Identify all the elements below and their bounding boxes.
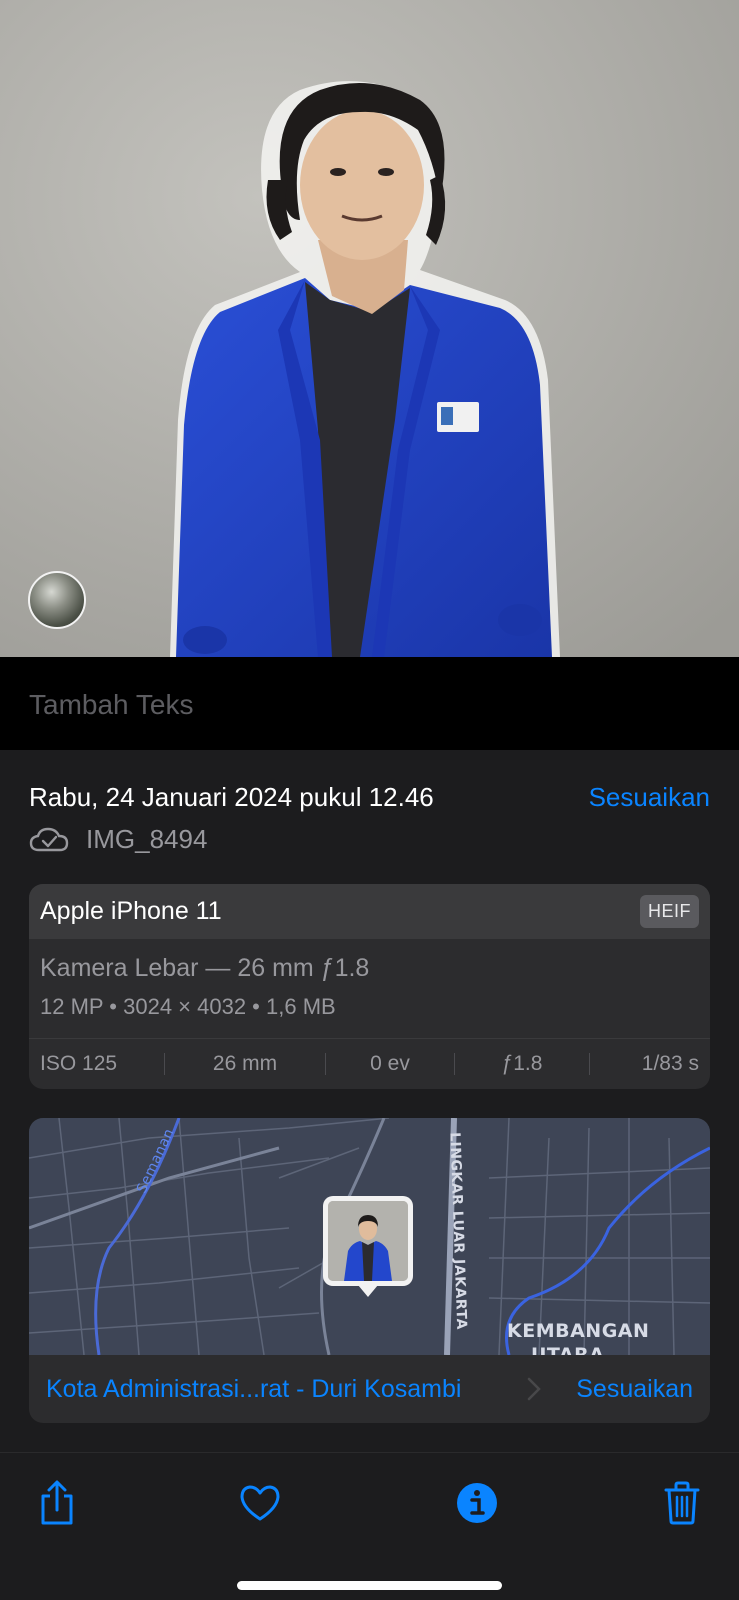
bottom-toolbar (0, 1452, 739, 1600)
adjust-location-button[interactable]: Sesuaikan (576, 1375, 693, 1404)
live-photo-thumbnail[interactable] (28, 571, 86, 629)
share-button[interactable] (33, 1479, 81, 1527)
delete-button[interactable] (658, 1479, 706, 1527)
camera-header: Apple iPhone 11 HEIF (29, 884, 710, 939)
map-pin-tail (358, 1285, 378, 1297)
info-panel: Rabu, 24 Januari 2024 pukul 12.46 Sesuai… (0, 750, 739, 1452)
exif-focal: 26 mm (212, 1052, 278, 1075)
info-icon (457, 1483, 497, 1523)
format-badge: HEIF (639, 895, 699, 928)
map-label-district-2: UTARA (531, 1344, 605, 1355)
trash-icon (664, 1481, 700, 1525)
share-icon (41, 1480, 73, 1525)
photo-datetime: Rabu, 24 Januari 2024 pukul 12.46 (29, 782, 434, 812)
info-button[interactable] (453, 1479, 501, 1527)
exif-ev: 0 ev (370, 1052, 410, 1075)
adjust-datetime-button[interactable]: Sesuaikan (589, 782, 710, 813)
device-model: Apple iPhone 11 (40, 897, 222, 925)
exif-iso: ISO 125 (40, 1052, 118, 1075)
location-map[interactable]: Semanan LINGKAR LUAR JAKARTA KEMBANGAN U… (29, 1118, 710, 1355)
chevron-right-icon (528, 1377, 542, 1401)
lens-info: Kamera Lebar — 26 mm ƒ1.8 (40, 954, 370, 982)
exif-row: ISO 125 26 mm 0 ev ƒ1.8 1/83 s (29, 1038, 710, 1089)
location-row: Kota Administrasi...rat - Duri Kosambi S… (29, 1355, 710, 1423)
map-label-district: KEMBANGAN (507, 1320, 650, 1342)
image-specs: 12 MP • 3024 × 4032 • 1,6 MB (40, 994, 336, 1019)
map-pin-thumbnail (328, 1201, 408, 1281)
location-card: Semanan LINGKAR LUAR JAKARTA KEMBANGAN U… (29, 1118, 710, 1423)
home-indicator (237, 1581, 502, 1590)
exif-shutter: 1/83 s (641, 1052, 699, 1075)
file-row: IMG_8494 (29, 824, 207, 855)
location-actions: Sesuaikan (527, 1375, 693, 1404)
camera-info-card: Apple iPhone 11 HEIF Kamera Lebar — 26 m… (29, 884, 710, 1089)
favorite-button[interactable] (236, 1479, 284, 1527)
file-name: IMG_8494 (86, 824, 208, 854)
exif-aperture: ƒ1.8 (501, 1052, 543, 1075)
icloud-icon (29, 827, 69, 851)
heart-icon (240, 1485, 280, 1521)
caption-field[interactable]: Tambah Teks (0, 657, 739, 750)
photo-view[interactable] (0, 0, 739, 657)
location-name-link[interactable]: Kota Administrasi...rat - Duri Kosambi (46, 1375, 461, 1404)
caption-placeholder: Tambah Teks (29, 689, 194, 720)
photo-image (0, 0, 739, 657)
map-photo-pin[interactable] (323, 1196, 413, 1297)
